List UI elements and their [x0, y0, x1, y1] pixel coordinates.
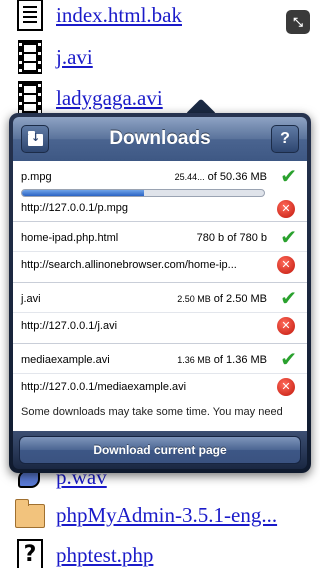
download-current-page-button[interactable]: Download current page [19, 436, 301, 464]
unknown-file-icon: ? [14, 538, 46, 568]
download-name: mediaexample.avi [21, 354, 110, 366]
text-file-icon [14, 0, 46, 32]
file-row-j-avi[interactable]: j.avi [14, 38, 93, 76]
remove-icon[interactable]: ✕ [277, 200, 295, 218]
download-item[interactable]: p.mpg 25.44... of 50.36 MB ✔ http://127.… [13, 161, 307, 222]
remove-icon[interactable]: ✕ [277, 378, 295, 396]
download-item[interactable]: home-ipad.php.html 780 b of 780 b ✔ http… [13, 222, 307, 283]
file-link[interactable]: j.avi [56, 45, 93, 70]
help-button[interactable]: ? [271, 125, 299, 153]
video-file-icon [14, 81, 46, 115]
fullscreen-toggle-icon[interactable]: ⤡ [286, 10, 310, 34]
file-link[interactable]: index.html.bak [56, 3, 182, 28]
remove-icon[interactable]: ✕ [277, 256, 295, 274]
download-url: http://127.0.0.1/p.mpg [21, 202, 129, 214]
popover-title: Downloads [109, 128, 211, 149]
download-name: home-ipad.php.html [21, 232, 119, 244]
downloads-popover: Downloads ? p.mpg 25.44... of 50.36 MB ✔… [9, 113, 311, 473]
file-row-phpmyadmin[interactable]: phpMyAdmin-3.5.1-eng... [14, 496, 277, 534]
popover-footer: Download current page [13, 431, 307, 469]
file-link[interactable]: ladygaga.avi [56, 86, 163, 111]
download-size: 780 b of 780 b [196, 232, 267, 244]
download-name: j.avi [21, 293, 41, 305]
check-icon[interactable]: ✔ [280, 165, 297, 187]
download-size: 1.36 MB of 1.36 MB [177, 354, 267, 366]
video-file-icon [14, 40, 46, 74]
download-url: http://search.allinonebrowser.com/home-i… [21, 259, 237, 271]
download-item[interactable]: mediaexample.avi 1.36 MB of 1.36 MB ✔ ht… [13, 344, 307, 401]
download-url: http://127.0.0.1/j.avi [21, 320, 118, 332]
check-icon[interactable]: ✔ [280, 226, 297, 248]
check-icon[interactable]: ✔ [280, 287, 297, 309]
remove-icon[interactable]: ✕ [277, 317, 295, 335]
file-row-phptest-php[interactable]: ? phptest.php [14, 536, 153, 568]
check-icon[interactable]: ✔ [280, 348, 297, 370]
download-size: 2.50 MB of 2.50 MB [177, 293, 267, 305]
download-note: Some downloads may take some time. You m… [13, 401, 307, 431]
download-name: p.mpg [21, 171, 52, 183]
downloads-list: p.mpg 25.44... of 50.36 MB ✔ http://127.… [13, 161, 307, 401]
file-link[interactable]: phptest.php [56, 543, 153, 568]
download-url: http://127.0.0.1/mediaexample.avi [21, 381, 187, 393]
file-row-index-html-bak[interactable]: index.html.bak [14, 0, 182, 34]
download-progress-fill [22, 190, 145, 196]
folder-icon [14, 498, 46, 532]
download-progress-bar [21, 189, 265, 197]
file-link[interactable]: phpMyAdmin-3.5.1-eng... [56, 503, 277, 528]
popover-header: Downloads ? [13, 117, 307, 161]
file-row-ladygaga-avi[interactable]: ladygaga.avi [14, 79, 163, 117]
download-item[interactable]: j.avi 2.50 MB of 2.50 MB ✔ http://127.0.… [13, 283, 307, 344]
download-size: 25.44... of 50.36 MB [174, 171, 267, 183]
